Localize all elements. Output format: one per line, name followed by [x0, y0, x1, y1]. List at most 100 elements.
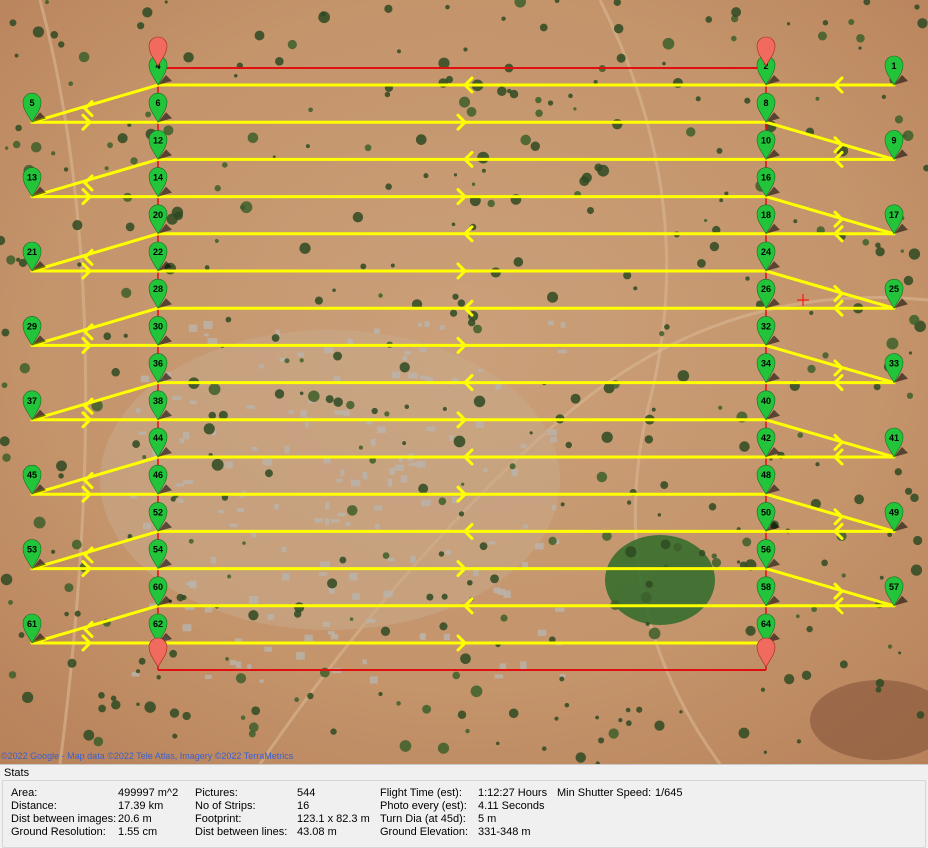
waypoint-label: 52 — [153, 507, 163, 517]
waypoint-label: 16 — [761, 173, 771, 183]
waypoint-label: 10 — [761, 135, 771, 145]
tree — [333, 351, 343, 361]
tree — [164, 0, 168, 4]
hut — [497, 588, 506, 595]
hut — [483, 468, 488, 473]
tree — [1, 382, 8, 389]
waypoint-label: 40 — [761, 396, 771, 406]
waypoint-label: 5 — [29, 98, 34, 108]
tree — [473, 395, 486, 408]
hut — [247, 664, 252, 670]
tree — [138, 657, 146, 665]
tree — [471, 182, 476, 186]
hut — [218, 509, 224, 514]
hut — [262, 459, 273, 466]
hut — [324, 517, 330, 525]
tree — [795, 614, 800, 619]
tree — [473, 324, 482, 334]
tree — [214, 185, 221, 192]
stat-label-dist-images: Dist between images: — [11, 813, 117, 825]
waypoint-label: 24 — [761, 247, 771, 257]
stat-label-ground-resolution: Ground Resolution: — [11, 826, 106, 838]
stat-label-pictures: Pictures: — [195, 787, 238, 799]
hut — [426, 426, 436, 432]
tree — [21, 691, 34, 704]
tree — [898, 651, 902, 655]
tree — [333, 397, 343, 407]
map-view[interactable]: 1245689101213141617182021222425262829303… — [0, 0, 928, 764]
waypoint-label: 8 — [763, 98, 768, 108]
stat-value-flight-time: 1:12:27 Hours — [478, 787, 548, 799]
tree — [104, 166, 109, 171]
waypoint-label: 29 — [27, 321, 37, 331]
stat-value-pictures: 544 — [297, 787, 316, 799]
tree — [385, 183, 392, 190]
tree — [445, 4, 450, 10]
tree — [78, 51, 90, 63]
tree — [645, 580, 653, 588]
tree — [465, 728, 470, 734]
tree — [397, 49, 401, 54]
tree — [176, 593, 185, 602]
tree — [913, 535, 923, 546]
tree — [495, 741, 500, 746]
tree — [458, 511, 465, 517]
stat-label-distance: Distance: — [11, 800, 57, 812]
tree — [908, 248, 921, 260]
tree — [815, 462, 820, 467]
stat-label-strips: No of Strips: — [195, 800, 256, 812]
tree — [520, 134, 531, 146]
tree — [203, 423, 215, 435]
tree — [225, 316, 232, 323]
tree — [466, 579, 473, 586]
tree — [330, 728, 337, 735]
tree — [560, 502, 565, 507]
tree — [172, 733, 178, 739]
tree — [640, 592, 652, 603]
tree — [136, 669, 141, 674]
hut — [224, 461, 233, 469]
hut — [439, 325, 445, 330]
tree — [170, 496, 176, 502]
tree — [264, 469, 273, 478]
tree — [479, 542, 488, 551]
hut — [142, 522, 152, 530]
tree — [595, 715, 600, 720]
tree — [914, 4, 920, 10]
tree — [618, 717, 623, 723]
tree — [51, 549, 56, 554]
tree — [14, 53, 19, 58]
hut — [267, 614, 275, 620]
tree — [248, 722, 259, 733]
tree — [463, 47, 468, 52]
tree — [107, 142, 113, 149]
tree — [360, 263, 367, 270]
hut — [383, 590, 393, 598]
tree — [67, 658, 77, 668]
tree — [481, 168, 486, 173]
tree — [644, 435, 654, 444]
hut — [230, 660, 237, 666]
tree — [763, 750, 768, 754]
waypoint-label: 25 — [889, 284, 899, 294]
tree — [137, 22, 145, 30]
tree — [910, 493, 919, 503]
tree — [71, 539, 82, 550]
tree — [248, 610, 259, 621]
hut — [560, 321, 566, 329]
waypoint-label: 34 — [761, 359, 771, 369]
tree — [659, 330, 665, 337]
tree — [145, 111, 152, 118]
tree — [815, 96, 820, 101]
waypoint-label: 18 — [761, 210, 771, 220]
tree — [441, 593, 448, 600]
satellite-map[interactable]: 1245689101213141617182021222425262829303… — [0, 0, 928, 764]
tree — [117, 133, 128, 144]
hut — [300, 409, 307, 418]
hut — [236, 507, 245, 512]
hut — [473, 569, 479, 577]
tree — [32, 26, 44, 38]
tree — [142, 455, 147, 460]
tree — [679, 710, 683, 714]
tree — [662, 61, 666, 66]
